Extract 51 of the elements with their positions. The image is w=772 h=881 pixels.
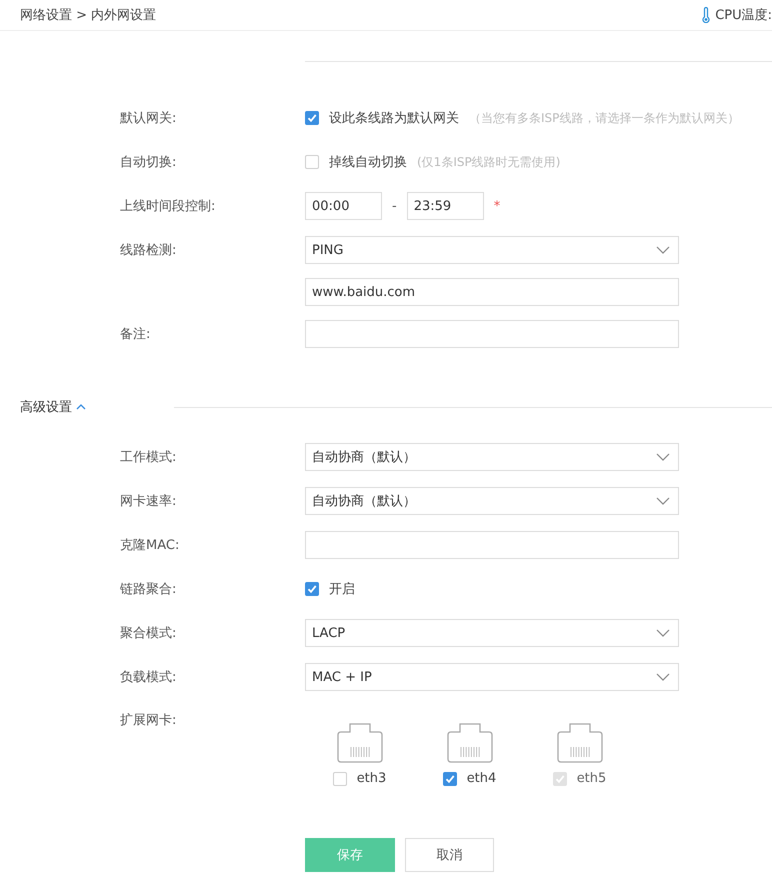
cpu-temperature-label: CPU温度: [715,7,772,24]
port-name: eth5 [576,771,606,786]
chevron-down-icon [656,629,670,637]
port-name: eth4 [466,771,496,786]
chevron-down-icon [656,673,670,681]
field-label: 聚合模式: [119,625,178,642]
select-field[interactable]: LACP [305,619,679,647]
ethernet-port-icon [556,723,602,763]
cancel-button[interactable]: 取消 [405,838,494,872]
input-field[interactable] [305,320,679,348]
field-label: 备注: [119,326,152,343]
field-label: 负载模式: [119,669,178,686]
checkbox[interactable] [305,155,319,169]
required-mark: * [494,198,500,214]
checkbox-label: 设此条线路为默认网关 [329,110,459,127]
field-label: 工作模式: [119,449,178,466]
checkbox[interactable] [305,582,319,596]
hint-text: （当您有多条ISP线路，请选择一条作为默认网关） [469,110,740,126]
checkbox[interactable] [305,111,319,125]
ethernet-port-icon [446,723,492,763]
chevron-down-icon [656,246,670,254]
field-label: 克隆MAC: [119,537,180,554]
field-label: 上线时间段控制: [119,198,216,215]
select-field[interactable]: PING [305,236,679,264]
field-label: 网卡速率: [119,493,178,510]
ethernet-port-icon [336,723,382,763]
field-label: 扩展网卡: [119,712,178,730]
hint-text: (仅1条ISP线路时无需使用) [417,154,560,170]
input-field[interactable]: www.baidu.com [305,278,679,306]
port-name: eth3 [356,771,386,786]
field-label: 默认网关: [119,110,178,127]
end-time-field[interactable]: 23:59 [406,192,484,220]
checkbox[interactable] [332,772,347,786]
input-field[interactable] [305,531,679,559]
checkbox-label: 开启 [329,581,355,598]
start-time-field[interactable]: 00:00 [305,192,382,220]
field-label: 链路聚合: [119,581,178,598]
advanced-settings-toggle[interactable]: 高级设置 [0,398,174,416]
chevron-down-icon [656,497,670,505]
breadcrumb: 网络设置 > 内外网设置 [20,7,156,24]
chevron-down-icon [656,453,670,461]
range-separator: - [392,198,397,214]
chevron-up-icon [76,404,86,410]
checkbox[interactable] [442,772,457,786]
thermometer-icon [702,7,710,23]
select-field[interactable]: 自动协商（默认） [305,487,679,515]
field-label: 线路检测: [119,242,178,259]
field-label: 自动切换: [119,154,178,171]
checkbox-label: 掉线自动切换 [329,154,407,171]
select-field[interactable]: MAC + IP [305,663,679,691]
select-field[interactable]: 自动协商（默认） [305,443,679,471]
